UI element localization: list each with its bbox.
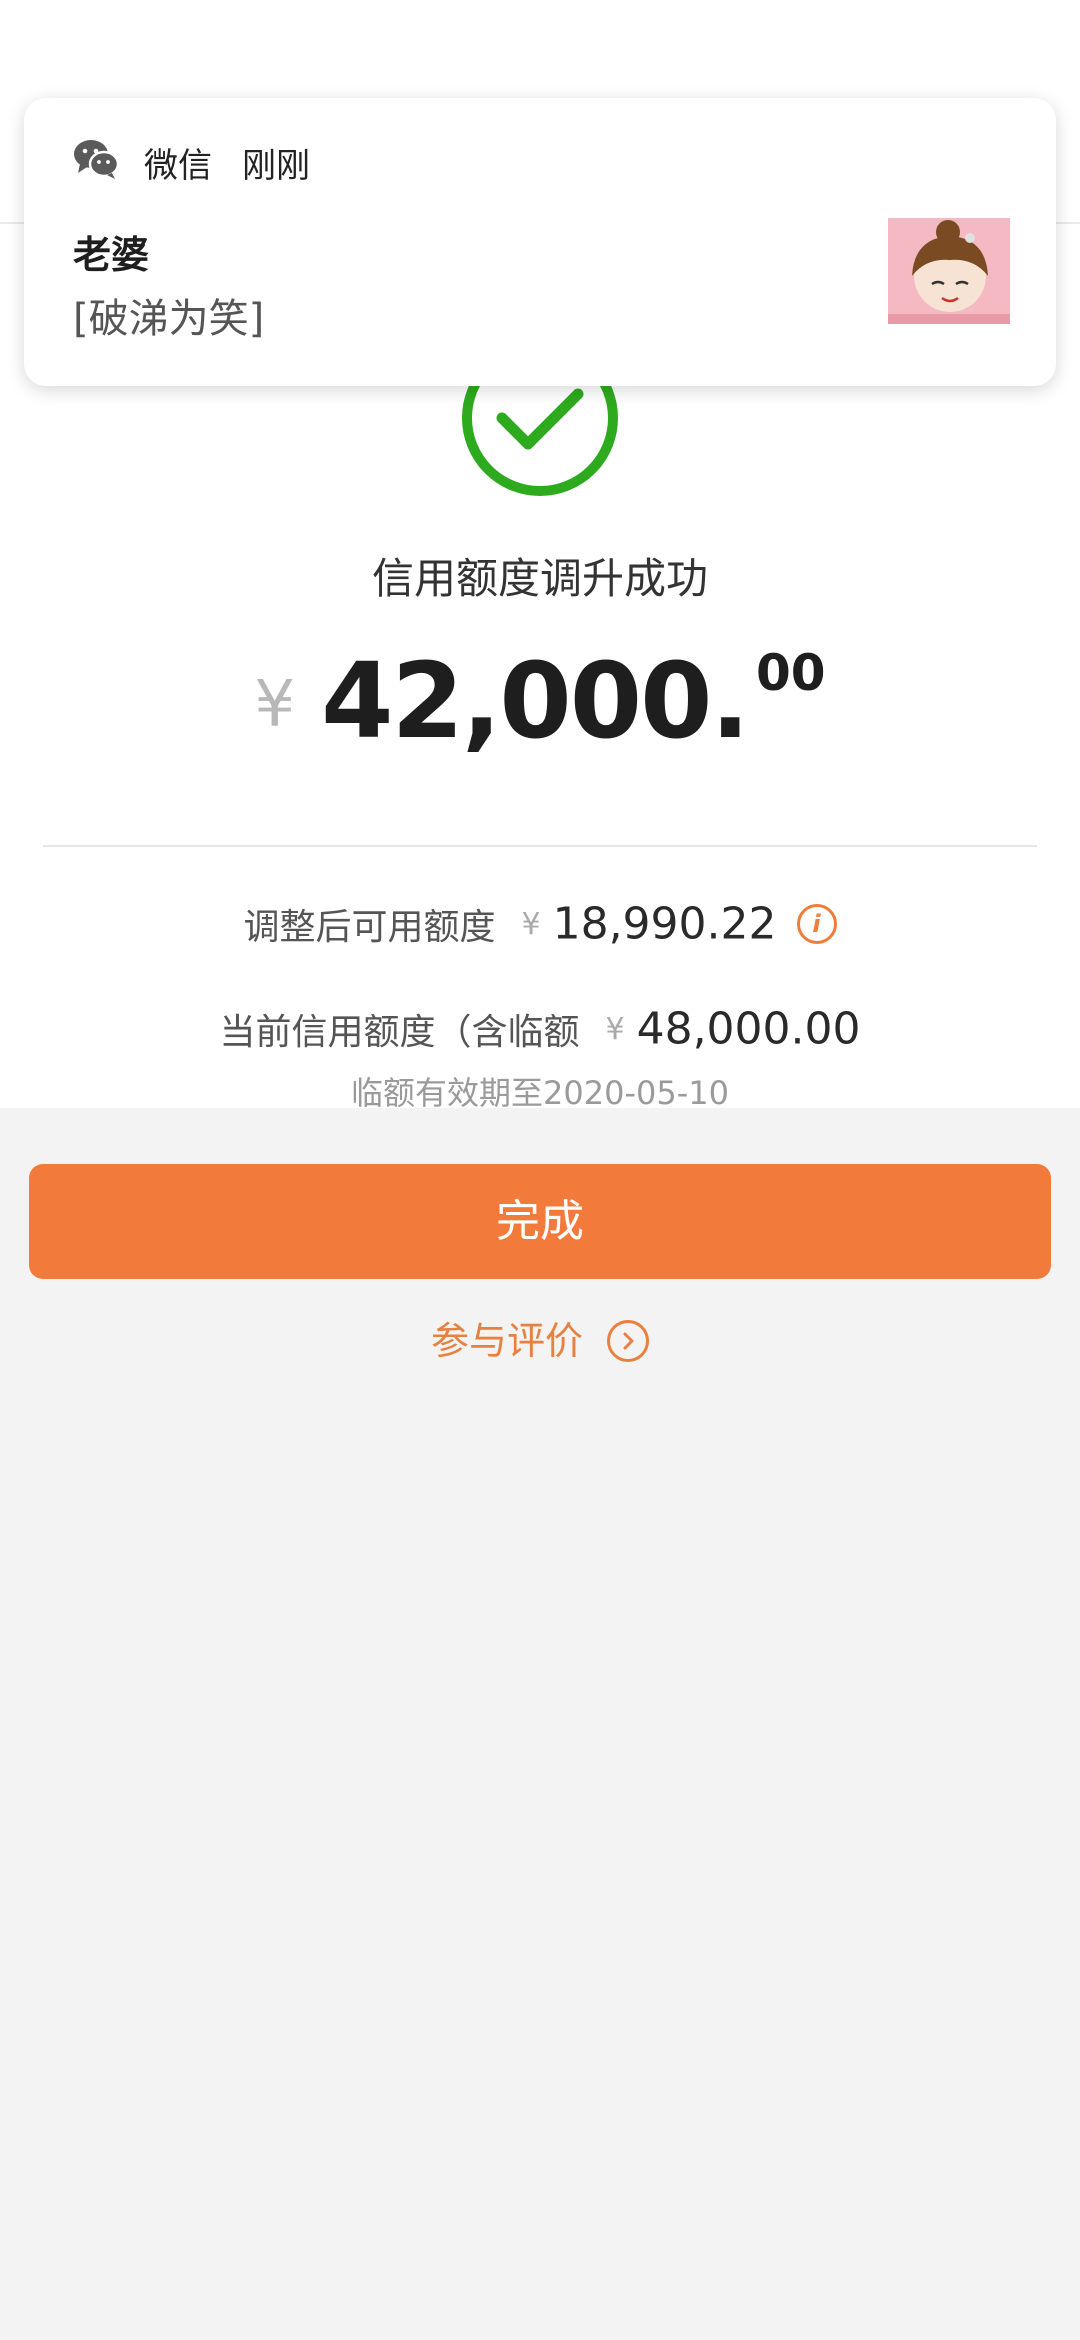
available-credit-row: 调整后可用额度 ¥18,990.22 i [0, 898, 1080, 950]
amount-decimal: 00 [755, 644, 826, 702]
notification-app-name: 微信 [144, 146, 212, 186]
wechat-notification[interactable]: 微信 刚刚 老婆 [破涕为笑] [24, 98, 1056, 386]
currency-symbol: ¥ [254, 668, 296, 742]
info-icon[interactable]: i [796, 904, 837, 944]
chevron-right-circle-icon [607, 1319, 649, 1362]
notification-message: [破涕为笑] [73, 296, 265, 342]
success-title: 信用额度调升成功 [371, 554, 708, 603]
amount-integer: 42,000. [321, 640, 750, 762]
available-credit-label: 调整后可用额度 [243, 907, 496, 948]
wechat-icon [72, 138, 120, 180]
notification-time: 刚刚 [242, 146, 310, 186]
current-credit-value: 48,000.00 [636, 1003, 861, 1055]
sender-avatar [888, 218, 1010, 324]
current-credit-label: 当前信用额度（含临额 [219, 1012, 580, 1053]
divider [43, 845, 1037, 847]
review-link[interactable]: 参与评价 [0, 1310, 1080, 1365]
available-currency: ¥ [521, 906, 541, 942]
available-credit-value: 18,990.22 [552, 898, 777, 950]
temp-credit-validity: 临额有效期至2020-05-10 [351, 1074, 729, 1112]
credit-amount: ¥42,000. 00 [0, 640, 1080, 770]
current-currency: ¥ [605, 1011, 625, 1047]
notification-sender: 老婆 [73, 233, 150, 277]
current-credit-row: 当前信用额度（含临额 ¥48,000.00 [0, 1003, 1080, 1055]
review-label: 参与评价 [430, 1319, 583, 1363]
done-button[interactable]: 完成 [29, 1164, 1051, 1279]
